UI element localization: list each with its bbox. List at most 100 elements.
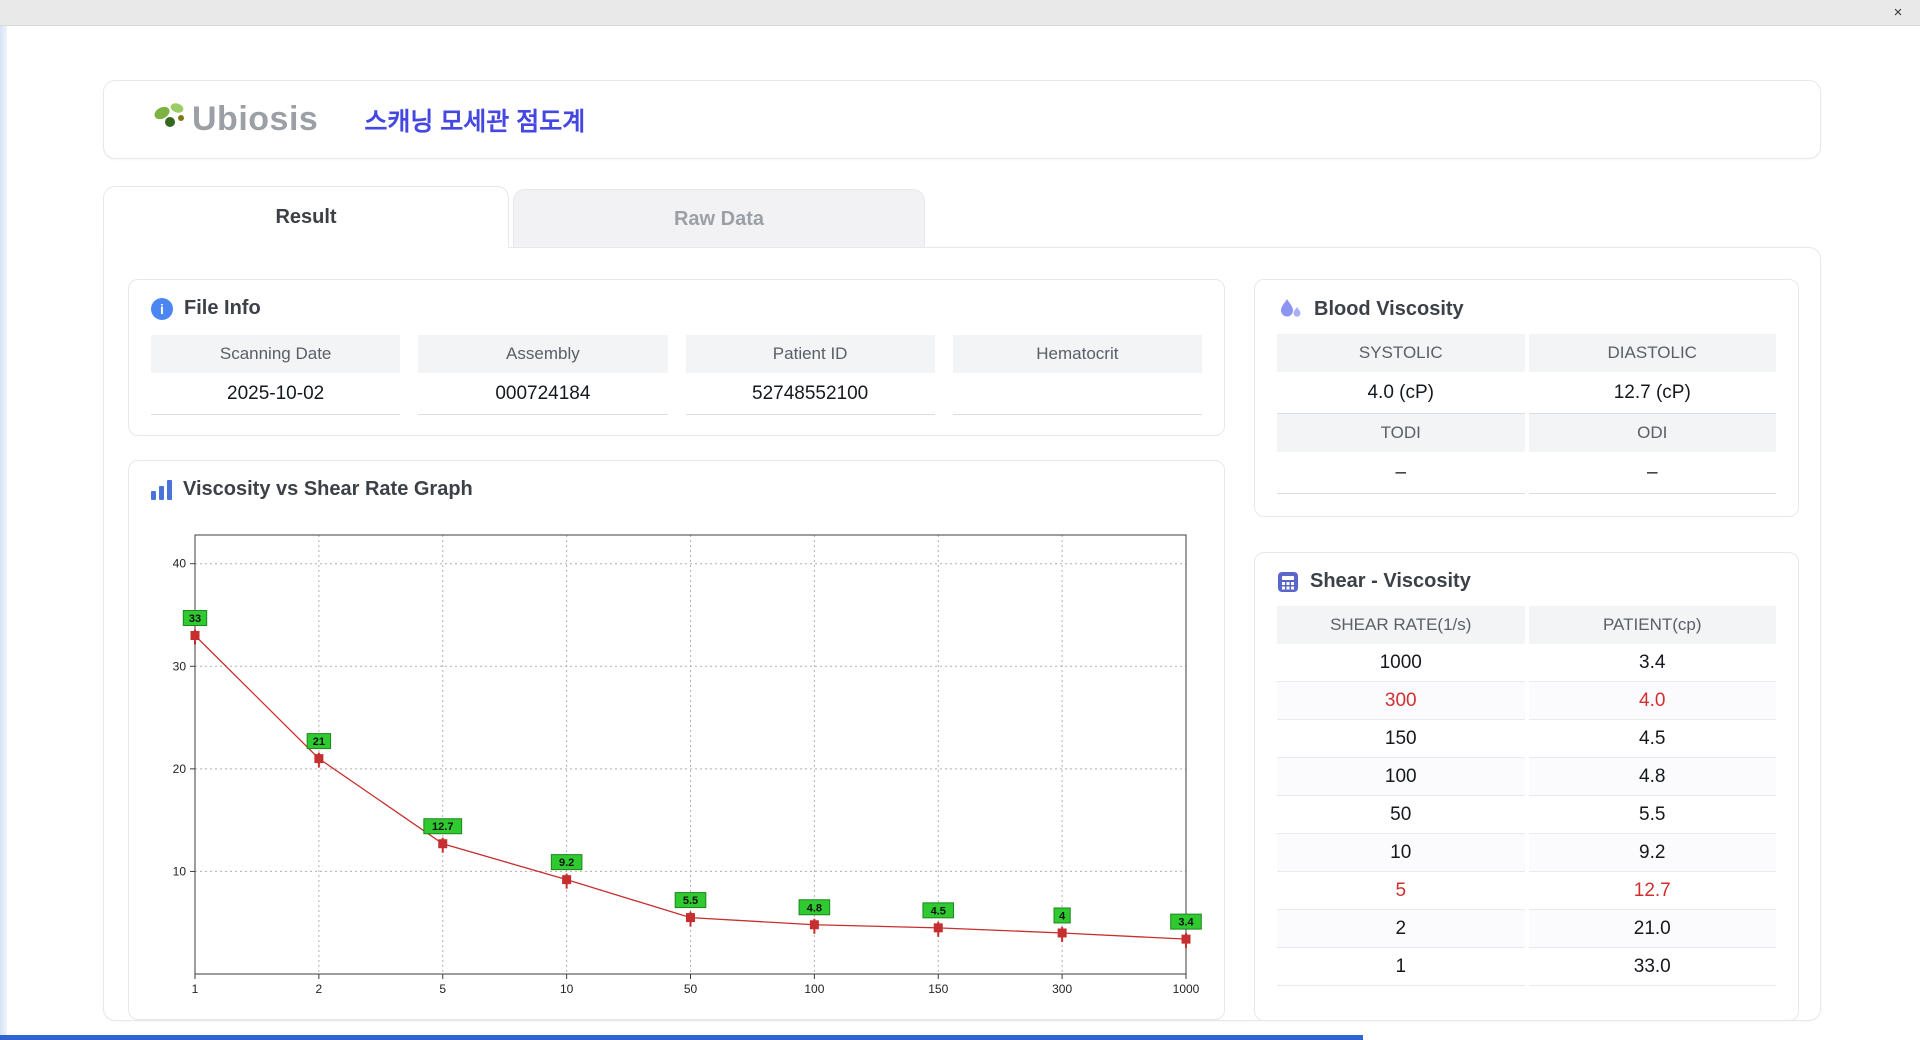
svg-text:4.5: 4.5 <box>931 905 946 917</box>
patient-cell: 33.0 <box>1528 948 1776 986</box>
svg-text:3.4: 3.4 <box>1178 917 1194 929</box>
svg-text:20: 20 <box>173 762 187 776</box>
close-button[interactable]: × <box>1884 0 1912 26</box>
table-row: 300 4.0 <box>1277 682 1776 720</box>
svg-text:100: 100 <box>804 982 824 996</box>
svg-text:10: 10 <box>560 982 574 996</box>
svg-text:30: 30 <box>173 659 187 673</box>
field-hematocrit: Hematocrit <box>952 335 1202 415</box>
field-value: 2025-10-02 <box>151 373 401 415</box>
column-shear-rate: SHEAR RATE(1/s) <box>1277 606 1525 644</box>
field-value: 52748552100 <box>685 373 935 415</box>
viscosity-chart: 1 2 5 10 50 100 150 300 1000 10 20 30 40 33 21 12.7 9.2 5… <box>173 534 1202 996</box>
blood-viscosity-table: SYSTOLIC DIASTOLIC 4.0 (cP) 12.7 (cP) TO… <box>1277 334 1776 494</box>
table-row: 10 9.2 <box>1277 834 1776 872</box>
app-title: 스캐닝 모세관 점도계 <box>364 107 586 136</box>
patient-cell: 4.8 <box>1528 758 1776 796</box>
shear-rate-cell: 2 <box>1277 910 1525 948</box>
bv-value-odi: – <box>1528 452 1776 494</box>
svg-text:300: 300 <box>1052 982 1072 996</box>
info-icon: i <box>151 297 173 320</box>
file-info-fields: Scanning Date 2025-10-02 Assembly 000724… <box>151 335 1202 415</box>
patient-cell: 9.2 <box>1528 834 1776 872</box>
bv-value-systolic: 4.0 (cP) <box>1277 372 1525 414</box>
bv-header-todi: TODI <box>1277 414 1525 452</box>
field-patient-id: Patient ID 52748552100 <box>685 335 935 415</box>
svg-text:150: 150 <box>928 982 948 996</box>
ubiosis-logo: Ubiosis <box>150 100 318 140</box>
svg-text:4.8: 4.8 <box>807 902 822 914</box>
shear-rate-cell: 1000 <box>1277 644 1525 682</box>
shear-rate-cell: 5 <box>1277 872 1525 910</box>
shear-table-body: 1000 3.4 300 4.0 150 4.5 100 4.8 50 5.5 … <box>1277 644 1776 986</box>
blood-viscosity-header: Blood Viscosity <box>1255 280 1798 330</box>
tab-raw-data[interactable]: Raw Data <box>513 189 925 248</box>
tab-raw-data-label: Raw Data <box>673 207 765 230</box>
file-info-header: i File Info <box>129 280 1224 329</box>
table-row: 2 21.0 <box>1277 910 1776 948</box>
table-icon <box>1278 571 1298 592</box>
shear-viscosity-header: Shear - Viscosity <box>1255 553 1798 602</box>
field-label: Patient ID <box>685 335 935 373</box>
graph-title: Viscosity vs Shear Rate Graph <box>183 478 473 500</box>
bv-header-odi: ODI <box>1528 414 1776 452</box>
field-label: Scanning Date <box>151 335 401 373</box>
field-assembly: Assembly 000724184 <box>418 335 668 415</box>
shear-rate-cell: 100 <box>1277 758 1525 796</box>
svg-text:5.5: 5.5 <box>683 895 698 907</box>
column-patient: PATIENT(cp) <box>1528 606 1776 644</box>
svg-text:12.7: 12.7 <box>432 821 453 833</box>
svg-text:50: 50 <box>684 982 698 996</box>
field-label: Hematocrit <box>952 335 1202 373</box>
patient-cell: 12.7 <box>1528 872 1776 910</box>
blood-viscosity-card: Blood Viscosity SYSTOLIC DIASTOLIC 4.0 (… <box>1254 279 1799 517</box>
bv-header-systolic: SYSTOLIC <box>1277 334 1525 372</box>
field-scanning-date: Scanning Date 2025-10-02 <box>151 335 401 415</box>
tab-result[interactable]: Result <box>103 186 509 248</box>
bv-value-diastolic: 12.7 (cP) <box>1528 372 1776 414</box>
table-row: 150 4.5 <box>1277 720 1776 758</box>
window-bottom-edge <box>0 1035 1363 1040</box>
droplet-icon <box>1281 299 1301 317</box>
svg-text:1: 1 <box>192 982 199 996</box>
window-titlebar: × <box>0 0 1920 26</box>
svg-text:2: 2 <box>316 982 323 996</box>
patient-cell: 21.0 <box>1528 910 1776 948</box>
field-value <box>952 373 1202 415</box>
bv-value-todi: – <box>1277 452 1525 494</box>
close-icon: × <box>1893 4 1903 21</box>
graph-card: Viscosity vs Shear Rate Graph 1 2 5 10 50 100… <box>128 460 1225 1020</box>
field-label: Assembly <box>418 335 668 373</box>
logo-text: Ubiosis <box>192 100 319 138</box>
table-row: 1000 3.4 <box>1277 644 1776 682</box>
svg-text:33: 33 <box>189 613 201 625</box>
svg-text:9.2: 9.2 <box>559 857 574 869</box>
patient-cell: 4.5 <box>1528 720 1776 758</box>
shear-viscosity-title: Shear - Viscosity <box>1310 570 1471 592</box>
patient-cell: 4.0 <box>1528 682 1776 720</box>
graph-header: Viscosity vs Shear Rate Graph <box>129 461 1224 510</box>
file-info-card: i File Info Scanning Date 2025-10-02 Ass… <box>128 279 1225 436</box>
patient-cell: 3.4 <box>1528 644 1776 682</box>
shear-rate-cell: 150 <box>1277 720 1525 758</box>
table-row: 1 33.0 <box>1277 948 1776 986</box>
svg-text:21: 21 <box>313 736 325 748</box>
patient-cell: 5.5 <box>1528 796 1776 834</box>
svg-text:10: 10 <box>173 864 187 878</box>
bar-chart-icon <box>151 479 172 500</box>
field-value: 000724184 <box>418 373 668 415</box>
shear-rate-cell: 10 <box>1277 834 1525 872</box>
result-panel: i File Info Scanning Date 2025-10-02 Ass… <box>103 247 1821 1021</box>
logo-leaf-icon <box>154 102 184 127</box>
svg-text:4: 4 <box>1059 910 1066 922</box>
app-header-card: Ubiosis 스캐닝 모세관 점도계 <box>103 80 1821 159</box>
file-info-title: File Info <box>184 297 261 319</box>
table-row: 50 5.5 <box>1277 796 1776 834</box>
shear-viscosity-card: Shear - Viscosity SHEAR RATE(1/s) PATIEN… <box>1254 552 1799 1021</box>
table-row: 5 12.7 <box>1277 872 1776 910</box>
svg-text:5: 5 <box>439 982 446 996</box>
blood-viscosity-title: Blood Viscosity <box>1314 297 1464 320</box>
shear-rate-cell: 1 <box>1277 948 1525 986</box>
shear-rate-cell: 50 <box>1277 796 1525 834</box>
table-row: 100 4.8 <box>1277 758 1776 796</box>
